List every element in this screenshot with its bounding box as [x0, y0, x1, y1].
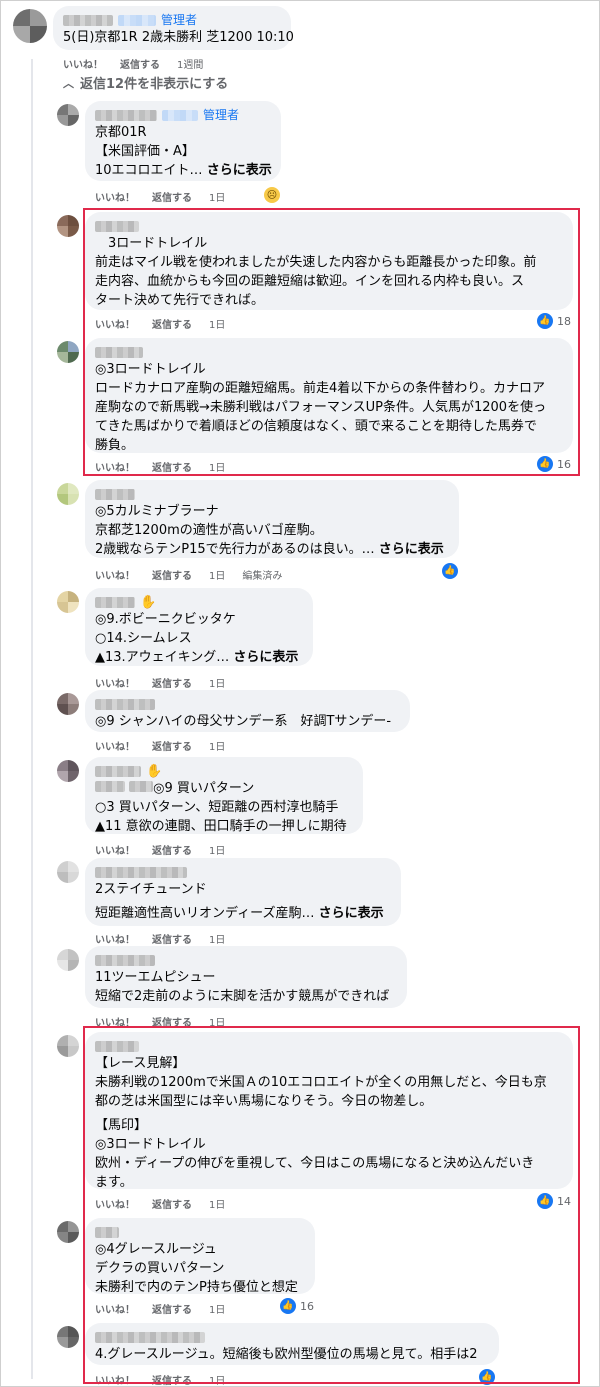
like-reaction-icon: 👍	[442, 563, 458, 579]
reaction-summary[interactable]: ☹	[264, 187, 280, 203]
highlight-box	[83, 1026, 580, 1384]
reply-button[interactable]: 返信する	[152, 675, 192, 690]
author-name-ext[interactable]	[118, 14, 156, 26]
reply-line: 10エコロエイト…	[95, 163, 207, 178]
reply-bubble: ✋ ◎9 買いパターン ○3 買いパターン、短距離の西村淳也騎手 ▲11 意欲の…	[85, 757, 363, 834]
avatar[interactable]	[57, 591, 79, 613]
reply-line: 京都芝1200mの適性が高いバゴ産駒。	[95, 523, 323, 538]
avatar[interactable]	[57, 215, 79, 237]
avatar[interactable]	[57, 693, 79, 715]
reply-actions: いいね！ 返信する 1日	[95, 842, 225, 857]
reply-button[interactable]: 返信する	[152, 189, 192, 204]
avatar[interactable]	[13, 9, 47, 43]
reply-line: 11ツーエムピシュー	[95, 970, 216, 985]
author-name-ext[interactable]	[162, 109, 198, 121]
reply-bubble: ✋ ◎9.ボビーニクビッタケ ○14.シームレス ▲13.アウェイキング… さら…	[85, 588, 313, 666]
highlight-box	[83, 208, 580, 476]
like-button[interactable]: いいね！	[95, 567, 135, 582]
author-name-ext[interactable]	[129, 781, 154, 792]
reply-bubble: 管理者 京都01R 【米国評価・A】 10エコロエイト… さらに表示	[85, 101, 281, 181]
avatar[interactable]	[57, 1326, 79, 1348]
admin-badge: 管理者	[203, 107, 240, 122]
reply-actions: いいね！ 返信する 1日	[95, 675, 225, 690]
reply-bubble: 11ツーエムピシュー 短縮で2走前のように末脚を活かす競馬ができれば	[85, 946, 407, 1008]
see-more-link[interactable]: さらに表示	[379, 542, 444, 557]
reply-actions: いいね！ 返信する 1日	[95, 738, 225, 753]
reply-line: 短縮で2走前のように末脚を活かす競馬ができれば	[95, 989, 390, 1004]
reply-line: ◎9 買いパターン	[153, 781, 255, 796]
avatar[interactable]	[57, 104, 79, 126]
timestamp[interactable]: 1日	[209, 842, 225, 857]
comment-thread: 管理者 5(日)京都1R 2歳未勝利 芝1200 10:10 いいね！ 返信する…	[0, 0, 600, 1387]
timestamp[interactable]: 1日	[209, 931, 225, 946]
avatar[interactable]	[57, 861, 79, 883]
timestamp[interactable]: 1日	[209, 567, 225, 582]
reply-actions: いいね！ 返信する 1日 編集済み	[95, 567, 282, 582]
reply-bubble: ◎9 シャンハイの母父サンデー系 好調Tサンデー-	[85, 690, 410, 732]
like-button[interactable]: いいね！	[95, 675, 135, 690]
author-name[interactable]	[95, 596, 135, 608]
author-name[interactable]	[95, 698, 155, 710]
comment-bubble: 管理者 5(日)京都1R 2歳未勝利 芝1200 10:10	[53, 6, 294, 50]
reply-line: ◎9 シャンハイの母父サンデー系 好調Tサンデー-	[95, 714, 392, 729]
reply-button[interactable]: 返信する	[152, 842, 192, 857]
see-more-link[interactable]: さらに表示	[207, 163, 272, 178]
like-button[interactable]: いいね！	[95, 931, 135, 946]
wave-icon: ✋	[146, 763, 163, 779]
hide-replies-toggle[interactable]: ︿ 返信12件を非表示にする	[63, 73, 229, 93]
like-button[interactable]: いいね！	[95, 842, 135, 857]
author-name-ext[interactable]	[95, 781, 125, 792]
reaction-summary[interactable]: 👍	[442, 563, 458, 579]
reply-line: ◎9.ボビーニクビッタケ	[95, 612, 236, 627]
author-name[interactable]	[95, 109, 157, 121]
reply-line: ○3 買いパターン、短距離の西村淳也騎手	[95, 800, 339, 815]
timestamp[interactable]: 1日	[209, 738, 225, 753]
comment-actions: いいね！ 返信する 1週間	[63, 56, 203, 71]
reply-line: 2歳戦ならテンP15で先行力があるのは良い。…	[95, 542, 379, 557]
reply-line: ▲11 意欲の連闘、田口騎手の一押しに期待	[95, 819, 347, 834]
timestamp[interactable]: 1日	[209, 675, 225, 690]
sad-reaction-icon: ☹	[264, 187, 280, 203]
edited-label[interactable]: 編集済み	[242, 567, 282, 582]
reply-actions: いいね！ 返信する 1日	[95, 931, 225, 946]
timestamp[interactable]: 1週間	[177, 56, 203, 71]
reply-actions: いいね！ 返信する 1日	[95, 189, 225, 204]
timestamp[interactable]: 1日	[209, 189, 225, 204]
like-button[interactable]: いいね！	[95, 189, 135, 204]
chevron-up-icon: ︿	[63, 76, 74, 90]
see-more-link[interactable]: さらに表示	[233, 650, 298, 665]
reply-bubble: 2ステイチューンド 短距離適性高いリオンディーズ産駒… さらに表示	[85, 858, 401, 926]
hide-replies-label: 返信12件を非表示にする	[80, 77, 229, 92]
reply-button[interactable]: 返信する	[152, 567, 192, 582]
reply-line: ○14.シームレス	[95, 631, 192, 646]
like-button[interactable]: いいね！	[95, 738, 135, 753]
see-more-link[interactable]: さらに表示	[319, 906, 384, 921]
reply-line: 2ステイチューンド	[95, 882, 207, 897]
reply-line: 京都01R	[95, 125, 147, 140]
admin-badge: 管理者	[161, 12, 198, 27]
avatar[interactable]	[57, 949, 79, 971]
avatar[interactable]	[57, 341, 79, 363]
author-name[interactable]	[95, 954, 155, 966]
wave-icon: ✋	[140, 594, 157, 610]
reply-line: 【米国評価・A】	[95, 144, 195, 159]
author-name[interactable]	[95, 765, 141, 777]
avatar[interactable]	[57, 1035, 79, 1057]
reply-line: 短距離適性高いリオンディーズ産駒…	[95, 906, 319, 921]
comment-text: 5(日)京都1R 2歳未勝利 芝1200 10:10	[63, 30, 294, 45]
like-button[interactable]: いいね！	[63, 56, 103, 71]
avatar[interactable]	[57, 760, 79, 782]
reply-bubble: ◎5カルミナブラーナ 京都芝1200mの適性が高いバゴ産駒。 2歳戦ならテンP1…	[85, 480, 459, 558]
reply-button[interactable]: 返信する	[152, 738, 192, 753]
author-name[interactable]	[63, 14, 113, 26]
reply-line: ▲13.アウェイキング…	[95, 650, 234, 665]
thread-connector	[31, 59, 33, 1379]
avatar[interactable]	[57, 483, 79, 505]
reply-button[interactable]: 返信する	[120, 56, 160, 71]
author-name[interactable]	[95, 488, 135, 500]
reply-line: ◎5カルミナブラーナ	[95, 504, 219, 519]
avatar[interactable]	[57, 1221, 79, 1243]
author-name[interactable]	[95, 866, 187, 878]
reply-button[interactable]: 返信する	[152, 931, 192, 946]
